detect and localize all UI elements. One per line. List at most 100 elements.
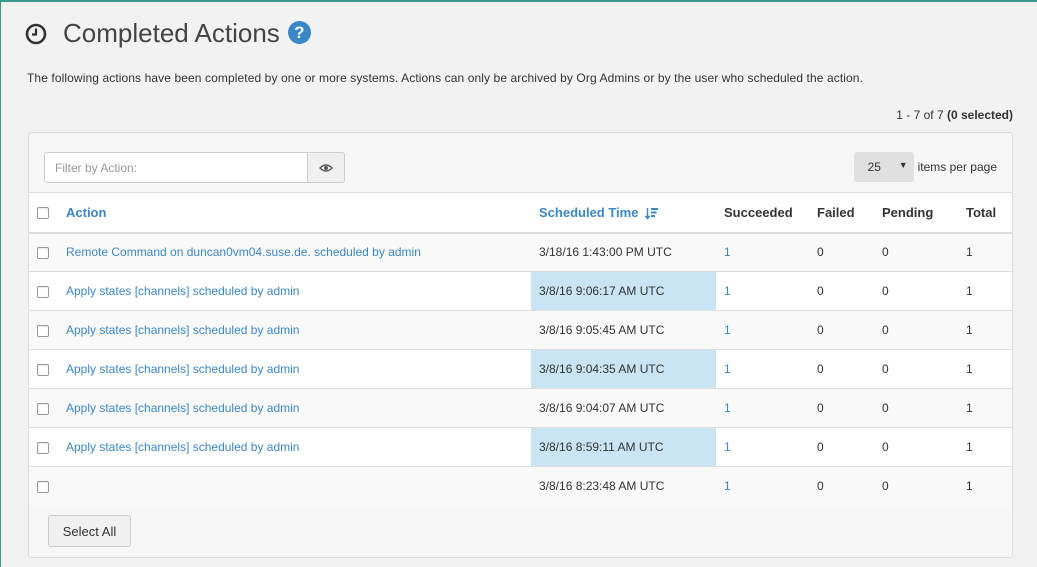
help-icon[interactable]: ? [287, 21, 311, 44]
pending-cell: 0 [882, 349, 966, 389]
total-cell: 1 [966, 427, 1012, 467]
caret-down-icon: ▼ [898, 160, 908, 170]
row-checkbox-cell [29, 466, 66, 506]
succeeded-link[interactable]: 1 [724, 245, 731, 259]
items-per-page-value: 25 [867, 160, 881, 174]
page-header: Completed Actions ? [25, 18, 311, 49]
table-row: Apply states [channels] scheduled by adm… [29, 271, 1012, 311]
action-cell: Apply states [channels] scheduled by adm… [66, 349, 531, 389]
table-row: Apply states [channels] scheduled by adm… [29, 427, 1012, 467]
total-cell: 1 [966, 388, 1012, 428]
action-cell: Apply states [channels] scheduled by adm… [66, 427, 531, 467]
row-checkbox-cell [29, 388, 66, 428]
row-checkbox[interactable] [37, 324, 49, 337]
total-cell: 1 [966, 466, 1012, 506]
succeeded-cell: 1 [716, 388, 817, 428]
succeeded-link[interactable]: 1 [724, 440, 731, 454]
page-title: Completed Actions [63, 18, 280, 48]
table-row: Apply states [channels] scheduled by adm… [29, 349, 1012, 389]
succeeded-cell: 1 [716, 271, 817, 311]
succeeded-link[interactable]: 1 [724, 479, 731, 493]
filter-group [44, 152, 345, 183]
column-pending: Pending [882, 192, 966, 234]
action-link[interactable]: Apply states [channels] scheduled by adm… [66, 362, 299, 376]
action-link[interactable]: Apply states [channels] scheduled by adm… [66, 323, 299, 337]
succeeded-cell: 1 [716, 427, 817, 467]
pending-cell: 0 [882, 388, 966, 428]
scheduled-time-cell: 3/8/16 8:59:11 AM UTC [531, 427, 716, 467]
select-all-button[interactable]: Select All [48, 515, 131, 547]
failed-cell: 0 [817, 310, 882, 350]
filter-toggle-button[interactable] [307, 152, 345, 183]
succeeded-link[interactable]: 1 [724, 401, 731, 415]
table-row: Apply states [channels] scheduled by adm… [29, 388, 1012, 428]
scheduled-time-cell: 3/8/16 9:04:07 AM UTC [531, 388, 716, 428]
table-row: Apply states [channels] scheduled by adm… [29, 310, 1012, 350]
column-failed: Failed [817, 192, 882, 234]
row-checkbox-cell [29, 310, 66, 350]
selection-count: (0 selected) [946, 108, 1013, 122]
action-link[interactable]: Apply states [channels] scheduled by adm… [66, 284, 299, 298]
column-scheduled-time[interactable]: Scheduled Time [531, 192, 716, 234]
row-checkbox-cell [29, 271, 66, 311]
total-cell: 1 [966, 232, 1012, 272]
scheduled-time-cell: 3/8/16 8:23:48 AM UTC [531, 466, 716, 506]
table-row: Remote Command on duncan0vm04.suse.de. s… [29, 232, 1012, 272]
pending-cell: 0 [882, 271, 966, 311]
action-cell: Remote Command on duncan0vm04.suse.de. s… [66, 232, 531, 272]
table-body: Remote Command on duncan0vm04.suse.de. s… [29, 232, 1012, 506]
row-checkbox-cell [29, 427, 66, 467]
failed-cell: 0 [817, 232, 882, 272]
row-checkbox[interactable] [37, 363, 49, 376]
scheduled-time-cell: 3/18/16 1:43:00 PM UTC [531, 232, 716, 272]
column-scheduled-time-label: Scheduled Time [539, 204, 639, 220]
failed-cell: 0 [817, 466, 882, 506]
succeeded-cell: 1 [716, 232, 817, 272]
action-cell [66, 466, 531, 506]
action-link[interactable]: Remote Command on duncan0vm04.suse.de. s… [66, 245, 421, 259]
row-checkbox-cell [29, 232, 66, 272]
items-per-page-label: items per page [917, 160, 997, 174]
column-action[interactable]: Action [66, 192, 531, 234]
sort-descending-icon [645, 207, 659, 220]
failed-cell: 0 [817, 427, 882, 467]
scheduled-time-cell: 3/8/16 9:06:17 AM UTC [531, 271, 716, 311]
action-cell: Apply states [channels] scheduled by adm… [66, 310, 531, 350]
pending-cell: 0 [882, 427, 966, 467]
succeeded-link[interactable]: 1 [724, 362, 731, 376]
filter-input[interactable] [44, 152, 307, 183]
failed-cell: 0 [817, 388, 882, 428]
row-checkbox[interactable] [37, 441, 49, 454]
items-per-page: 25 ▼ items per page [853, 152, 997, 182]
action-cell: Apply states [channels] scheduled by adm… [66, 271, 531, 311]
page-description: The following actions have been complete… [27, 71, 864, 85]
succeeded-cell: 1 [716, 349, 817, 389]
select-all-checkbox[interactable] [37, 207, 49, 220]
row-checkbox[interactable] [37, 402, 49, 415]
row-checkbox[interactable] [37, 481, 49, 494]
pending-cell: 0 [882, 466, 966, 506]
failed-cell: 0 [817, 349, 882, 389]
items-per-page-select[interactable]: 25 ▼ [853, 152, 914, 182]
actions-panel: 25 ▼ items per page Action Scheduled Tim… [28, 132, 1013, 558]
actions-table: Action Scheduled Time Succeeded Failed P… [29, 192, 1012, 506]
total-cell: 1 [966, 349, 1012, 389]
action-link[interactable]: Apply states [channels] scheduled by adm… [66, 401, 299, 415]
pagination-info: 1 - 7 of 7 (0 selected) [896, 108, 1013, 122]
column-action-label: Action [66, 204, 107, 220]
total-cell: 1 [966, 310, 1012, 350]
column-total: Total [966, 192, 1012, 234]
pending-cell: 0 [882, 310, 966, 350]
scheduled-time-cell: 3/8/16 9:04:35 AM UTC [531, 349, 716, 389]
column-succeeded: Succeeded [716, 192, 817, 234]
row-checkbox-cell [29, 349, 66, 389]
succeeded-link[interactable]: 1 [724, 284, 731, 298]
select-all-header-cell [29, 192, 66, 234]
succeeded-link[interactable]: 1 [724, 323, 731, 337]
table-row: 3/8/16 8:23:48 AM UTC 1 0 0 1 [29, 466, 1012, 506]
eye-icon [319, 163, 333, 172]
row-checkbox[interactable] [37, 285, 49, 298]
row-checkbox[interactable] [37, 247, 49, 260]
action-link[interactable]: Apply states [channels] scheduled by adm… [66, 440, 299, 454]
table-header-row: Action Scheduled Time Succeeded Failed P… [29, 192, 1012, 234]
